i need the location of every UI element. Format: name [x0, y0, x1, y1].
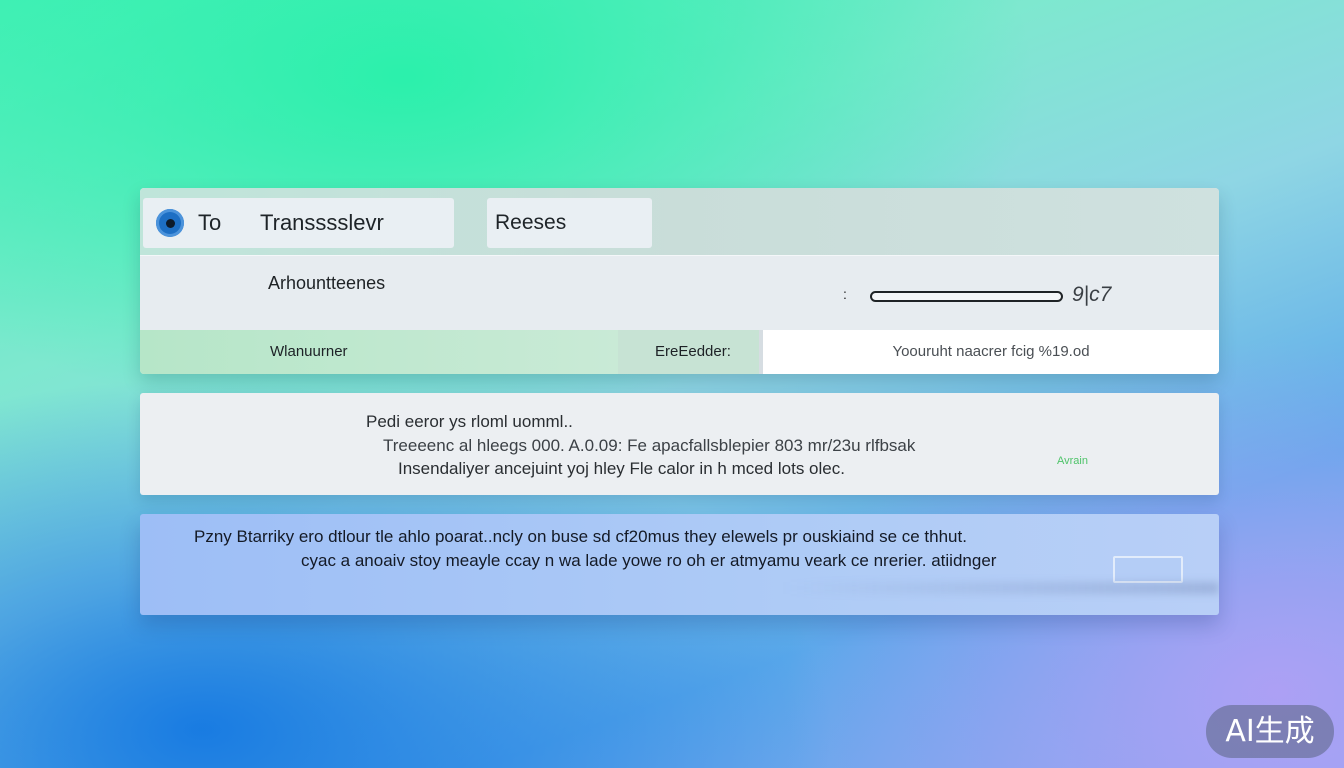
amount-colon: : — [843, 286, 847, 302]
info-line: Treeeenc al hleegs 000. A.0.09: Fe apacf… — [383, 436, 916, 455]
info-line: Pedi eeror ys rloml uomml.. — [366, 412, 573, 431]
radio-selected-icon[interactable] — [156, 209, 184, 237]
tab-bar: To Transssslevr Reeses — [140, 188, 1219, 255]
amount-slider[interactable] — [870, 291, 1063, 302]
field-label-left: Wlanuurner — [140, 330, 618, 374]
info-panel: Pedi eeror ys rloml uomml.. Treeeenc al … — [140, 393, 1219, 495]
ai-generated-badge: AI生成 — [1206, 705, 1334, 758]
amount-value: 9|c7 — [1072, 283, 1112, 306]
tab-label: Transssslevr — [260, 210, 384, 235]
tab-reeses[interactable]: Reeses — [487, 198, 652, 248]
amount-row: Arhountteenes : 9|c7 — [140, 255, 1219, 330]
info-tag[interactable]: Avrain — [1057, 455, 1088, 467]
amount-label: Arhountteenes — [268, 273, 386, 293]
fields-row: Wlanuurner EreEedder: Yoouruht naacrer f… — [140, 330, 1219, 374]
message-input[interactable] — [1113, 556, 1183, 583]
field-label-middle: EreEedder: — [618, 330, 759, 374]
info-line: Insendaliyer ancejuint yoj hley Fle calo… — [398, 459, 845, 478]
tab-label: Reeses — [495, 211, 567, 234]
divider-shadow — [780, 582, 1219, 594]
message-line: cyac a anoaiv stoy meayle ccay n wa lade… — [301, 551, 997, 570]
tab-transfer[interactable]: To Transssslevr — [143, 198, 454, 248]
message-panel: Pzny Btarriky ero dtlour tle ahlo poarat… — [140, 514, 1219, 615]
message-line: Pzny Btarriky ero dtlour tle ahlo poarat… — [194, 527, 967, 546]
field-input[interactable]: Yoouruht naacrer fcig %19.od — [759, 330, 1219, 374]
tab-prefix: To — [198, 210, 222, 235]
transfer-card: To Transssslevr Reeses Arhountteenes : 9… — [140, 188, 1219, 374]
